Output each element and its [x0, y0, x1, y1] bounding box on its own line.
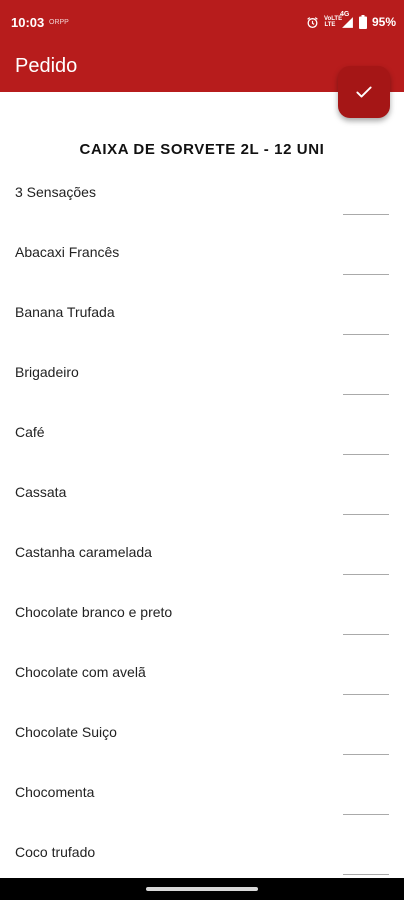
flavor-name: Castanha caramelada: [15, 544, 152, 560]
flavor-name: Abacaxi Francês: [15, 244, 120, 260]
quantity-input[interactable]: [343, 250, 389, 275]
flavor-name: 3 Sensações: [15, 184, 96, 200]
flavor-list: 3 Sensações Abacaxi Francês Banana Trufada…: [0, 170, 404, 878]
signal-icon: 4G: [340, 11, 354, 29]
confirm-button[interactable]: [338, 66, 390, 118]
flavor-name: Coco trufado: [15, 844, 96, 860]
battery-icon: [358, 15, 367, 29]
check-icon: [356, 86, 372, 98]
navigation-bar: [0, 878, 404, 900]
network-type-label: 4G: [339, 10, 350, 18]
home-handle[interactable]: [146, 887, 258, 891]
list-item: Chocolate branco e preto: [0, 590, 404, 650]
page-title: Pedido: [15, 55, 78, 77]
status-extra-indicator: ORPP: [49, 19, 69, 26]
status-time: 10:03: [11, 15, 45, 30]
list-item: Café: [0, 410, 404, 470]
list-item: Castanha caramelada: [0, 530, 404, 590]
status-bar: 10:03 ORPP VoLTE LTE 4G 95%: [0, 0, 404, 46]
list-item: Chocomenta: [0, 770, 404, 830]
list-item: Banana Trufada: [0, 290, 404, 350]
quantity-input[interactable]: [343, 610, 389, 635]
quantity-input[interactable]: [343, 190, 389, 215]
list-item: Coco trufado: [0, 830, 404, 878]
flavor-name: Chocomenta: [15, 784, 95, 800]
quantity-input[interactable]: [343, 670, 389, 695]
flavor-name: Chocolate com avelã: [15, 664, 146, 680]
volte-icon: VoLTE LTE: [324, 16, 342, 28]
quantity-input[interactable]: [343, 850, 389, 875]
list-item: Cassata: [0, 470, 404, 530]
quantity-input[interactable]: [343, 490, 389, 515]
quantity-input[interactable]: [343, 370, 389, 395]
list-item: Chocolate Suiço: [0, 710, 404, 770]
flavor-name: Café: [15, 424, 45, 440]
quantity-input[interactable]: [343, 730, 389, 755]
quantity-input[interactable]: [343, 430, 389, 455]
flavor-name: Brigadeiro: [15, 364, 79, 380]
battery-percent: 95%: [371, 15, 396, 29]
list-item: Brigadeiro: [0, 350, 404, 410]
flavor-name: Banana Trufada: [15, 304, 115, 320]
flavor-name: Chocolate Suiço: [15, 724, 117, 740]
list-item: Abacaxi Francês: [0, 230, 404, 290]
quantity-input[interactable]: [343, 550, 389, 575]
flavor-name: Chocolate branco e preto: [15, 604, 173, 620]
flavor-name: Cassata: [15, 484, 67, 500]
quantity-input[interactable]: [343, 310, 389, 335]
quantity-input[interactable]: [343, 790, 389, 815]
section-title: CAIXA DE SORVETE 2L - 12 UNI: [79, 141, 325, 158]
list-item: Chocolate com avelã: [0, 650, 404, 710]
status-icons: VoLTE LTE 4G 95%: [306, 11, 396, 30]
list-item: 3 Sensações: [0, 170, 404, 230]
lte-label: LTE: [324, 22, 336, 28]
alarm-icon: [306, 16, 319, 29]
